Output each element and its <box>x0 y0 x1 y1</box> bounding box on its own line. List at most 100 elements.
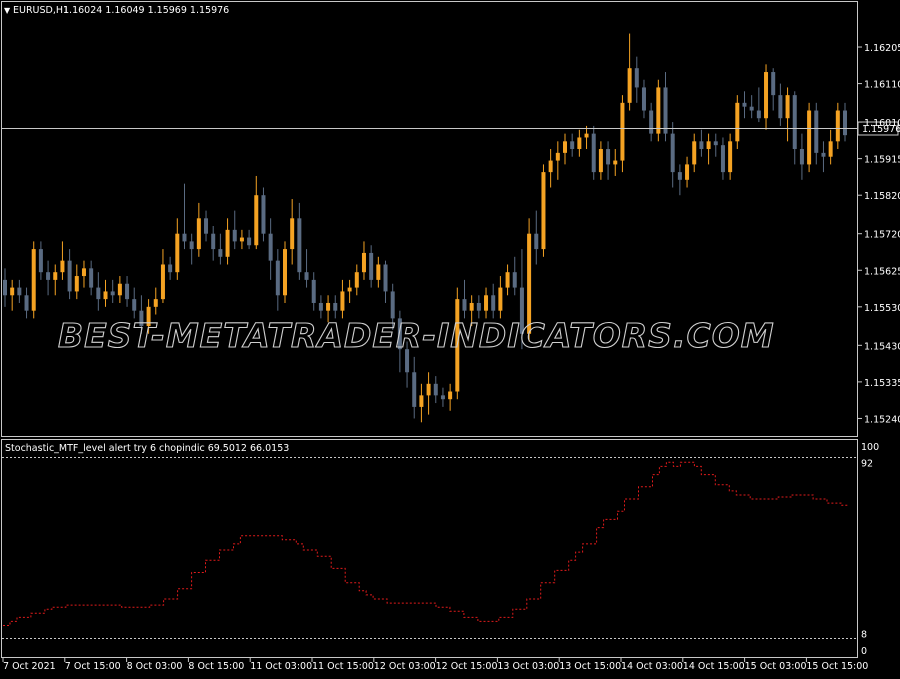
candle <box>771 68 776 111</box>
price-tick-label: 1.15915 <box>864 155 900 166</box>
candle-body <box>577 137 582 150</box>
candle <box>3 268 7 307</box>
candle <box>247 229 252 250</box>
candle-body <box>749 106 754 111</box>
candle <box>534 210 539 265</box>
candle <box>620 95 625 173</box>
time-tick-label: 12 Oct 03:00 <box>374 661 436 672</box>
candle-body <box>563 141 567 153</box>
candle-body <box>799 149 804 165</box>
candle <box>512 256 517 296</box>
candle <box>584 125 589 150</box>
indicator-title: Stochastic_MTF_level alert try 6 chopind… <box>5 443 289 454</box>
candle-body <box>555 152 560 161</box>
candle-body <box>132 299 137 311</box>
candle <box>67 249 72 300</box>
candle <box>577 129 582 157</box>
candle <box>843 102 847 142</box>
candle-body <box>620 102 625 161</box>
trading-chart[interactable]: 1.15976 ▼ EURUSD,H1 1.16024 1.16049 1.15… <box>0 0 900 675</box>
candle <box>426 372 431 415</box>
price-tick-label: 1.15820 <box>864 191 900 202</box>
candle <box>211 226 216 261</box>
candle <box>125 276 130 307</box>
candle-body <box>304 272 309 280</box>
candle-body <box>728 141 733 173</box>
candle <box>807 102 812 173</box>
candle-body <box>254 195 259 246</box>
candle-body <box>656 87 661 134</box>
candle <box>196 202 201 257</box>
candle <box>613 149 618 176</box>
time-tick-label: 8 Oct 03:00 <box>127 661 183 672</box>
candle <box>117 276 122 303</box>
candle <box>412 356 417 419</box>
candle <box>103 279 108 307</box>
candle <box>340 279 345 319</box>
time-tick-label: 13 Oct 03:00 <box>497 661 559 672</box>
candle <box>333 295 338 319</box>
candle <box>713 133 718 157</box>
ohlc-label: 1.16024 1.16049 1.15969 1.15976 <box>63 5 229 16</box>
candle <box>433 376 438 404</box>
time-tick-label: 15 Oct 03:00 <box>745 661 807 672</box>
candle <box>160 249 165 303</box>
candle-body <box>677 172 682 180</box>
candle-body <box>369 252 374 280</box>
candle <box>764 64 769 130</box>
candle <box>541 164 546 257</box>
candle-body <box>168 264 173 273</box>
candle-body <box>484 295 489 311</box>
time-tick-label: 15 Oct 15:00 <box>806 661 868 672</box>
candle <box>735 95 740 150</box>
candle <box>677 164 682 196</box>
candle <box>627 33 632 111</box>
candle <box>31 241 36 319</box>
candle-body <box>326 302 331 311</box>
candle <box>649 102 654 142</box>
candle-body <box>828 141 833 157</box>
candle <box>347 279 352 303</box>
candle-body <box>498 287 503 311</box>
indicator-panel-frame <box>1 439 858 658</box>
candle-body <box>692 141 697 165</box>
candle <box>505 264 510 296</box>
time-tick-label: 7 Oct 2021 <box>3 661 56 672</box>
candle-body <box>469 302 474 311</box>
candle <box>290 199 295 265</box>
candle-body <box>706 141 711 150</box>
candle <box>591 125 596 180</box>
candle-body <box>340 291 345 311</box>
time-tick-label: 14 Oct 03:00 <box>621 661 683 672</box>
candle-body <box>426 383 431 396</box>
candle-body <box>814 110 819 153</box>
price-tick-label: 1.16205 <box>864 43 900 54</box>
candle-body <box>318 302 323 311</box>
candle <box>491 283 496 319</box>
price-scale: 1.16205 1.16110 1.16010 1.15915 1.15820 1.157… <box>858 43 900 425</box>
candle <box>53 264 58 296</box>
price-tick-label: 1.16010 <box>864 118 900 129</box>
candle <box>168 256 173 280</box>
candle <box>792 91 797 165</box>
candle <box>821 141 826 173</box>
time-axis: 7 Oct 2021 7 Oct 15:00 8 Oct 03:00 8 Oct 15… <box>2 658 868 672</box>
indicator-tick-label: 92 <box>861 458 873 469</box>
indicator-scale: 100 92 8 0 <box>861 442 879 657</box>
symbol-dropdown-icon[interactable]: ▼ <box>4 6 11 15</box>
candle-body <box>182 233 187 242</box>
candle-body <box>735 102 740 142</box>
candle-body <box>290 218 295 250</box>
candle <box>81 260 86 288</box>
time-tick-label: 11 Oct 15:00 <box>312 661 374 672</box>
candle-body <box>843 110 847 136</box>
candle-body <box>720 145 725 173</box>
candle-body <box>38 249 43 273</box>
candle-body <box>361 252 366 273</box>
time-tick-label: 8 Oct 15:00 <box>188 661 244 672</box>
candle <box>785 87 790 142</box>
candle-body <box>189 241 194 250</box>
candle-body <box>354 272 359 288</box>
candle-body <box>462 299 467 311</box>
candle <box>38 241 43 280</box>
